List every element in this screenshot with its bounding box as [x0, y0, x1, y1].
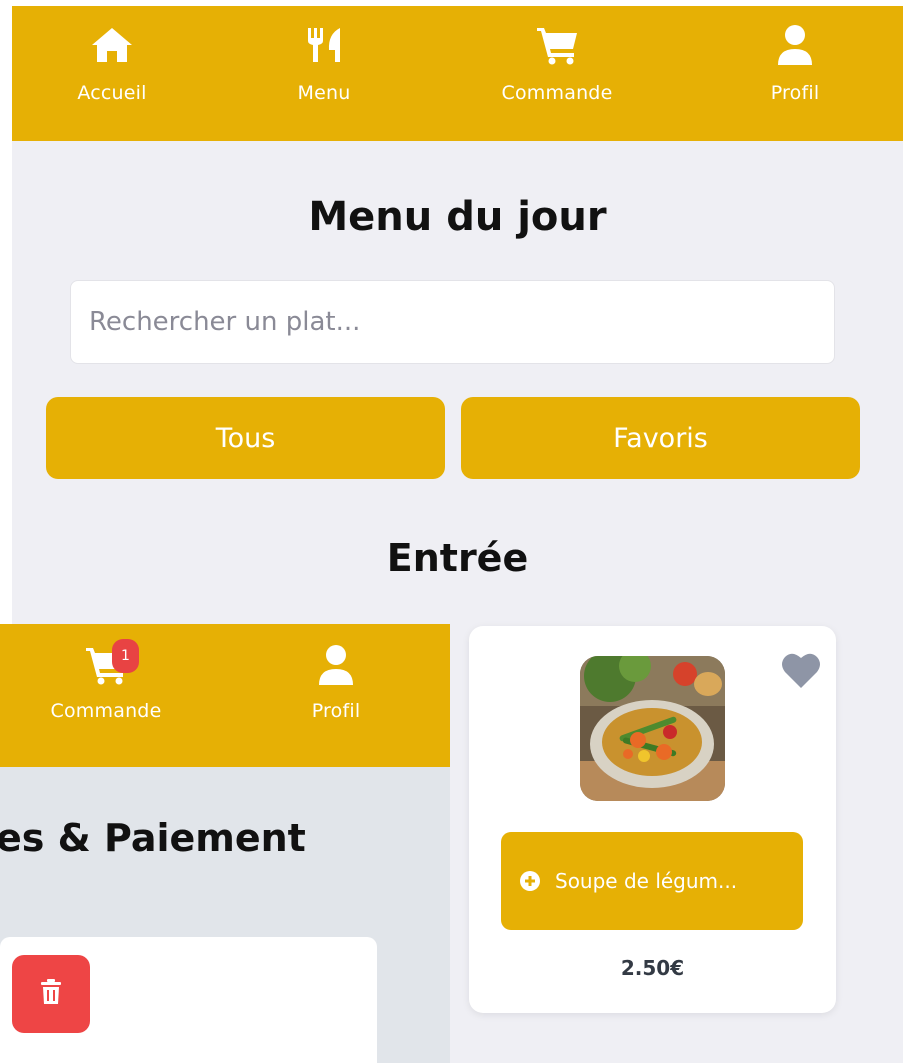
user-icon — [266, 642, 406, 688]
section-title: Entrée — [386, 536, 529, 580]
nav-label-commande: Commande — [501, 82, 613, 104]
filter-favorites-button[interactable]: Favoris — [461, 397, 860, 479]
order-title: es & Paiement — [0, 816, 306, 860]
trash-icon — [40, 979, 62, 1009]
user-icon — [725, 22, 865, 68]
filter-all-button[interactable]: Tous — [46, 397, 445, 479]
delete-item-button[interactable] — [12, 955, 90, 1033]
nav-item-profil[interactable]: Profil — [266, 642, 406, 722]
top-navigation-bar: Accueil Menu Commande Profil — [12, 6, 903, 141]
dish-image — [580, 656, 725, 801]
dish-name: Soupe de légum... — [555, 869, 738, 893]
nav-label-profil: Profil — [770, 82, 820, 104]
cart-icon — [36, 642, 176, 688]
order-navigation-bar: Commande 1 Profil — [0, 624, 450, 767]
search-input[interactable] — [70, 280, 835, 364]
nav-item-commande[interactable]: Commande — [487, 22, 627, 104]
plus-circle-icon — [519, 870, 541, 892]
cart-icon — [487, 22, 627, 68]
nav-item-profil[interactable]: Profil — [725, 22, 865, 104]
favorite-heart-icon[interactable] — [780, 650, 822, 690]
dish-card: Soupe de légum... 2.50€ — [469, 626, 836, 1013]
page-title: Menu du jour — [308, 194, 607, 240]
dish-price: 2.50€ — [620, 956, 685, 980]
nav-label-accueil: Accueil — [77, 82, 147, 104]
cart-count-badge: 1 — [112, 639, 139, 673]
order-screen: Commande 1 Profil es & Paiement — [0, 624, 450, 1063]
nav-label-profil: Profil — [311, 700, 361, 722]
utensils-icon — [254, 22, 394, 68]
home-icon — [42, 22, 182, 68]
nav-item-commande[interactable]: Commande — [36, 642, 176, 722]
order-item-card — [0, 937, 377, 1063]
nav-label-commande: Commande — [50, 700, 162, 722]
nav-label-menu: Menu — [297, 82, 351, 104]
nav-item-accueil[interactable]: Accueil — [42, 22, 182, 104]
nav-item-menu[interactable]: Menu — [254, 22, 394, 104]
add-dish-button[interactable]: Soupe de légum... — [501, 832, 803, 930]
